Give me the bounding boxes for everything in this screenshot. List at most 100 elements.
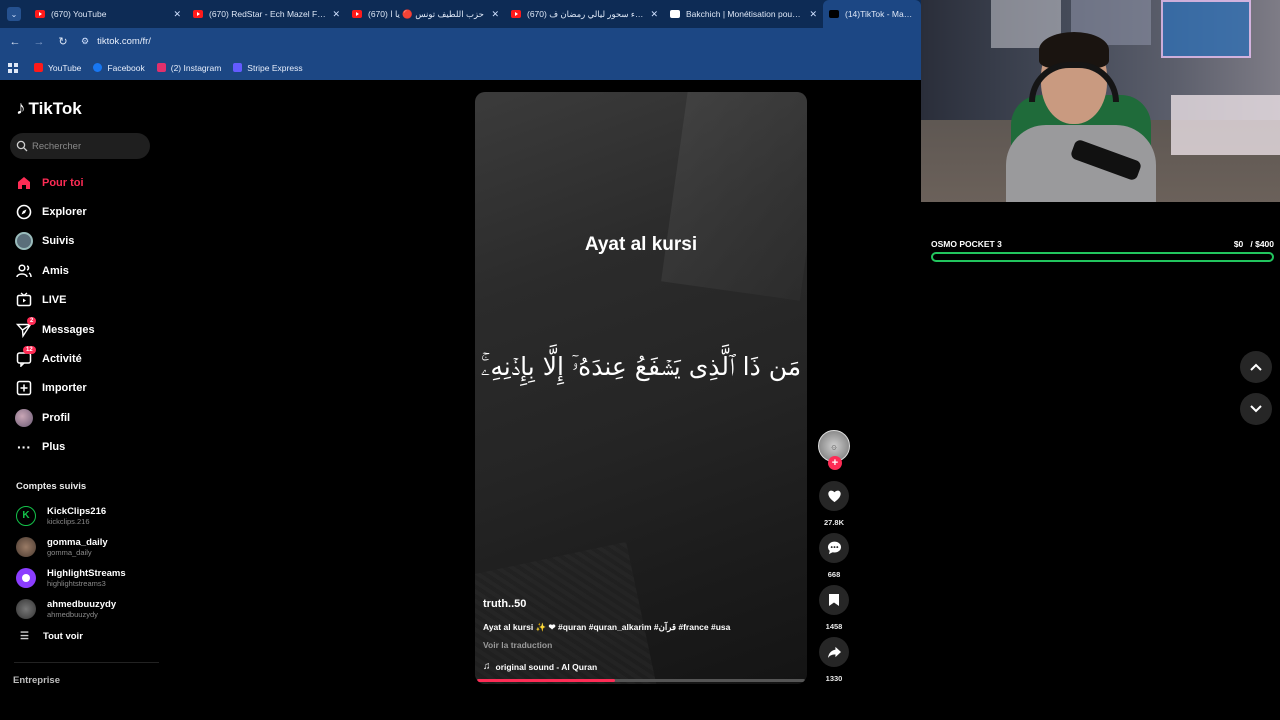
video-player[interactable]: Ayat al kursi مَن ذَا ٱلَّذِى يَشۡفَعُ ع… <box>475 92 807 684</box>
youtube-icon <box>511 10 521 18</box>
entreprise-link[interactable]: Entreprise <box>13 675 60 686</box>
see-all-link[interactable]: ☰ Tout voir <box>20 631 83 642</box>
apps-grid-icon[interactable] <box>8 62 18 73</box>
close-icon[interactable]: ✕ <box>173 9 181 20</box>
tab-title: Bakchich | Monétisation pour le <box>686 9 804 19</box>
browser-tab[interactable]: (670) RedStar - Ech Mazel Feat ✕ <box>187 0 346 28</box>
sidebar-nav: Pour toi Explorer Suivis Amis LIVE 2 Mes… <box>14 168 159 462</box>
video-author[interactable]: truth..50 <box>483 598 526 610</box>
youtube-icon <box>35 10 45 18</box>
sound-label: original sound - Al Quran <box>495 661 598 672</box>
sidebar-item-amis[interactable]: Amis <box>14 256 159 285</box>
sidebar-item-suivis[interactable]: Suivis <box>14 227 159 256</box>
sidebar-item-activite[interactable]: 12 Activité <box>14 344 159 373</box>
music-note-icon: ♫ <box>483 661 491 672</box>
video-overlay-title: Ayat al kursi <box>584 234 698 255</box>
avatar: K <box>16 505 36 526</box>
sidebar-item-profil[interactable]: Profil <box>14 403 159 432</box>
sidebar-item-plus[interactable]: ··· Plus <box>14 433 159 462</box>
creator-avatar[interactable]: ۞ + <box>818 430 850 470</box>
close-icon[interactable]: ✕ <box>491 9 499 20</box>
sound-link[interactable]: ♫ original sound - Al Quran <box>483 661 597 672</box>
back-arrow-icon[interactable]: ← <box>3 36 27 48</box>
account-handle: ahmedbuuzydy <box>47 609 98 619</box>
following-avatar-icon <box>14 231 34 251</box>
chevron-up-icon <box>1250 363 1262 371</box>
tiktok-icon <box>829 10 839 18</box>
browser-tab[interactable]: (670) YouTube ✕ <box>29 0 187 28</box>
friends-icon <box>14 261 34 281</box>
save-count: 1458 <box>825 622 843 631</box>
account-name: ahmedbuuzydy <box>47 598 117 610</box>
browser-tab-active[interactable]: (14)TikTok - Make You <box>823 0 921 28</box>
following-account[interactable]: K KickClips216 kickclips.216 <box>16 500 161 531</box>
like-button[interactable]: 27.8K <box>818 481 850 528</box>
forward-arrow-icon[interactable]: → <box>27 36 51 48</box>
account-handle: kickclips.216 <box>47 516 90 526</box>
search-input[interactable]: Rechercher <box>10 133 150 159</box>
reload-icon[interactable]: ↻ <box>51 35 75 48</box>
compass-icon <box>14 202 34 222</box>
nav-label: Suivis <box>42 235 75 248</box>
sidebar-item-messages[interactable]: 2 Messages <box>14 315 159 344</box>
tab-title: (670) RedStar - Ech Mazel Feat <box>209 9 327 19</box>
tiktok-logo[interactable]: ♪ TikTok <box>16 98 82 120</box>
sidebar-item-importer[interactable]: Importer <box>14 374 159 403</box>
browser-tab[interactable]: (670) أجواء سحور ليالي رمضان ف ✕ <box>505 0 664 28</box>
nav-label: Profil <box>42 411 71 424</box>
next-video-button[interactable] <box>1240 393 1272 425</box>
bookmark-label: Stripe Express <box>247 62 303 73</box>
browser-tab[interactable]: Bakchich | Monétisation pour le ✕ <box>664 0 823 28</box>
heart-icon <box>819 481 849 511</box>
following-account[interactable]: HighlightStreams highlightstreams3 <box>16 562 161 593</box>
like-count: 27.8K <box>823 518 844 527</box>
goal-progress-bar <box>931 252 1274 262</box>
bookmark-youtube[interactable]: YouTube <box>34 63 81 73</box>
share-count: 1330 <box>825 674 843 683</box>
previous-video-button[interactable] <box>1240 351 1272 383</box>
activity-badge: 12 <box>23 346 36 355</box>
sidebar-item-live[interactable]: LIVE <box>14 286 159 315</box>
avatar <box>16 598 36 619</box>
share-arrow-icon <box>819 637 849 667</box>
video-overlay-verse: مَن ذَا ٱلَّذِى يَشۡفَعُ عِندَهُۥٓ إِلَّ… <box>480 352 802 381</box>
youtube-icon <box>352 10 362 18</box>
list-icon: ☰ <box>20 631 29 642</box>
sidebar-item-pour-toi[interactable]: Pour toi <box>14 168 159 197</box>
instagram-icon <box>156 63 166 72</box>
browser-tab[interactable]: (670) حزب اللطيف تونس 🔴 يا ا ✕ <box>346 0 505 28</box>
youtube-icon <box>193 10 203 18</box>
share-button[interactable]: 1330 <box>818 637 850 684</box>
translate-link[interactable]: Voir la traduction <box>483 640 552 650</box>
account-handle: highlightstreams3 <box>47 578 106 588</box>
bookmark-instagram[interactable]: (2) Instagram <box>156 62 222 73</box>
save-button[interactable]: 1458 <box>818 585 850 632</box>
nav-label: Plus <box>42 441 66 454</box>
tab-search-chevron-icon[interactable]: ⌄ <box>7 7 21 21</box>
bookmark-stripe[interactable]: Stripe Express <box>233 62 303 73</box>
nav-label: Messages <box>42 323 95 336</box>
close-icon[interactable]: ✕ <box>809 9 817 20</box>
url-field[interactable]: ⚙ tiktok.com/fr/ <box>81 36 151 47</box>
comment-button[interactable]: 668 <box>818 533 850 580</box>
divider <box>14 662 159 663</box>
avatar <box>16 567 36 588</box>
following-account[interactable]: gomma_daily gomma_daily <box>16 531 161 562</box>
bookmark-label: (2) Instagram <box>170 62 222 73</box>
follow-plus-icon[interactable]: + <box>828 456 842 470</box>
tab-title: (14)TikTok - Make You <box>845 9 915 19</box>
sidebar-item-explorer[interactable]: Explorer <box>14 197 159 226</box>
bookmark-icon <box>819 585 849 615</box>
following-account[interactable]: ahmedbuuzydy ahmedbuuzydy <box>16 593 161 624</box>
background-book <box>661 92 807 301</box>
following-list: K KickClips216 kickclips.216 gomma_daily… <box>16 500 161 624</box>
close-icon[interactable]: ✕ <box>332 9 340 20</box>
tiktok-note-icon: ♪ <box>16 98 26 119</box>
search-placeholder: Rechercher <box>32 140 82 152</box>
video-description[interactable]: Ayat al kursi ✨ ❤ #quran #quran_alkarim … <box>483 622 730 633</box>
tab-title: (670) حزب اللطيف تونس 🔴 يا ا <box>368 8 484 19</box>
video-progress-bar[interactable] <box>477 679 805 682</box>
site-settings-icon[interactable]: ⚙ <box>81 36 89 47</box>
close-icon[interactable]: ✕ <box>650 9 658 20</box>
bookmark-facebook[interactable]: Facebook <box>93 63 145 73</box>
